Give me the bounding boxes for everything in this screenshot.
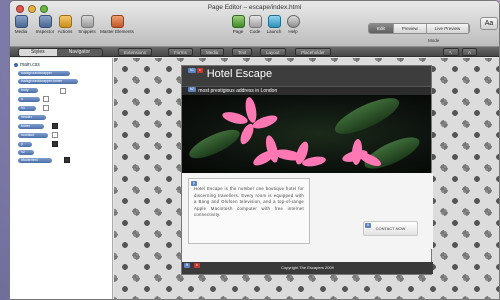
title-bar: Page Editor – escape/index.html Media In… bbox=[10, 1, 499, 47]
actions-label: Actions bbox=[57, 29, 73, 34]
mode-selector[interactable]: Edit Preview Live Preview bbox=[368, 23, 471, 34]
stylesheet-name: main.css bbox=[20, 62, 40, 68]
launch-label: Launch bbox=[266, 29, 282, 34]
mode-edit[interactable]: Edit bbox=[369, 24, 394, 33]
style-pill-a[interactable]: a bbox=[18, 97, 40, 102]
code-label: Code bbox=[249, 29, 261, 34]
content-paragraph: Hotel Escape is the number one boutique … bbox=[194, 186, 304, 218]
content-text-box[interactable]: p Hotel Escape is the number one boutiqu… bbox=[188, 178, 310, 244]
element-tag[interactable]: # bbox=[365, 223, 371, 228]
style-pill-footer[interactable]: footer bbox=[18, 124, 44, 129]
contact-label: CONTACT NOW bbox=[375, 226, 406, 231]
page-title: Hotel Escape bbox=[206, 68, 273, 80]
style-swatch bbox=[52, 132, 58, 138]
master-elements-label: Master Elements bbox=[100, 29, 134, 34]
actions-icon bbox=[58, 15, 72, 28]
style-swatch bbox=[60, 88, 66, 94]
flower-petal bbox=[221, 109, 249, 127]
style-pill-h2[interactable]: h2 bbox=[18, 150, 34, 155]
footer-text: Copyright The Escapers 2009 bbox=[281, 265, 334, 270]
style-swatch bbox=[43, 96, 49, 102]
leaf-shape bbox=[185, 124, 244, 164]
tab-navigator[interactable]: Navigator bbox=[56, 49, 103, 56]
hero-image bbox=[182, 95, 431, 173]
style-pill-p[interactable]: p bbox=[18, 142, 32, 147]
help-icon bbox=[286, 15, 300, 28]
mode-preview[interactable]: Preview bbox=[393, 24, 427, 33]
editor-window: Page Editor – escape/index.html Media In… bbox=[9, 0, 500, 300]
styles-sidebar: main.css backgroundwrapper backgroundwra… bbox=[10, 58, 113, 299]
style-pill-contact[interactable]: #contact bbox=[18, 133, 48, 138]
help-button[interactable]: Help bbox=[282, 15, 304, 34]
help-label: Help bbox=[288, 29, 298, 34]
master-elements-icon bbox=[110, 15, 124, 28]
window-title: Page Editor – escape/index.html bbox=[207, 4, 302, 11]
inspector-label: Inspector bbox=[35, 29, 55, 34]
element-tag-close[interactable]: x bbox=[196, 68, 203, 73]
style-pill-header[interactable]: header bbox=[18, 115, 46, 120]
style-pill-footertext[interactable]: #footertext bbox=[18, 158, 52, 163]
snippets-label: Snippets bbox=[78, 29, 96, 34]
element-tag[interactable]: h1 bbox=[188, 68, 196, 73]
page-footer[interactable]: ft x Copyright The Escapers 2009 bbox=[182, 262, 433, 274]
page-icon bbox=[231, 15, 245, 28]
media-elements-button[interactable]: Media bbox=[200, 48, 225, 56]
master-elements-button[interactable]: Master Elements bbox=[100, 15, 134, 34]
style-pill-backgroundwrapper[interactable]: backgroundwrapper bbox=[18, 71, 70, 76]
page-label: Page bbox=[232, 29, 244, 34]
style-pill-h1[interactable]: h1 bbox=[18, 106, 36, 111]
mode-live-preview[interactable]: Live Preview bbox=[426, 24, 470, 33]
media-label: Media bbox=[14, 29, 28, 34]
forms-button[interactable]: Forms bbox=[168, 48, 193, 56]
element-tag-close[interactable]: x bbox=[194, 263, 200, 268]
text-tool-icon[interactable]: A bbox=[462, 48, 478, 56]
secondary-toolbar: Styles Navigator Extensions Forms Media … bbox=[10, 47, 499, 57]
content-area: p Hotel Escape is the number one boutiqu… bbox=[182, 173, 433, 249]
page-preview: h1 x Hotel Escape h2 most prestigious add… bbox=[181, 65, 433, 275]
actions-button[interactable]: Actions bbox=[54, 15, 76, 34]
launch-icon bbox=[267, 15, 281, 28]
pointer-tool-icon[interactable]: ↖ bbox=[443, 48, 459, 56]
extensions-button[interactable]: Extensions bbox=[118, 48, 153, 56]
text-button[interactable]: Text bbox=[232, 48, 253, 56]
placeholder-button[interactable]: Placeholder bbox=[295, 48, 331, 56]
media-button[interactable]: Media bbox=[10, 15, 32, 34]
element-tag[interactable]: p bbox=[191, 181, 197, 186]
stylesheet-header[interactable]: main.css bbox=[14, 62, 112, 68]
snippets-button[interactable]: Snippets bbox=[76, 15, 98, 34]
page-tagline[interactable]: h2 most prestigious address in London bbox=[182, 86, 431, 95]
media-icon bbox=[14, 15, 28, 28]
inspector-button[interactable]: Inspector bbox=[34, 15, 56, 34]
flower-petal bbox=[237, 121, 257, 147]
sidebar-tabs: Styles Navigator bbox=[18, 48, 104, 57]
style-swatch bbox=[64, 157, 70, 163]
style-pill-backgroundwrapper-footer[interactable]: backgroundwrapper-footer bbox=[18, 79, 78, 84]
page-header[interactable]: h1 x Hotel Escape bbox=[182, 66, 431, 86]
element-tag[interactable]: ft bbox=[184, 263, 190, 268]
inspector-icon bbox=[38, 15, 52, 28]
style-swatch bbox=[52, 141, 58, 147]
tab-styles[interactable]: Styles bbox=[19, 49, 57, 56]
style-pill-body[interactable]: body bbox=[18, 88, 38, 93]
mode-label: Mode bbox=[428, 38, 440, 43]
code-icon bbox=[248, 15, 262, 28]
leaf-shape bbox=[360, 131, 424, 173]
stylesheet-icon bbox=[14, 63, 18, 67]
element-tag[interactable]: h2 bbox=[188, 87, 196, 92]
leaf-shape bbox=[330, 95, 404, 141]
font-size-button[interactable]: Aa bbox=[480, 17, 498, 30]
style-swatch bbox=[43, 105, 49, 111]
layout-button[interactable]: Layout bbox=[260, 48, 286, 56]
snippets-icon bbox=[80, 15, 94, 28]
style-swatch bbox=[52, 123, 58, 129]
contact-now-button[interactable]: # CONTACT NOW bbox=[363, 221, 418, 236]
tagline-text: most prestigious address in London bbox=[198, 88, 278, 94]
page-canvas: h1 x Hotel Escape h2 most prestigious add… bbox=[114, 58, 499, 299]
